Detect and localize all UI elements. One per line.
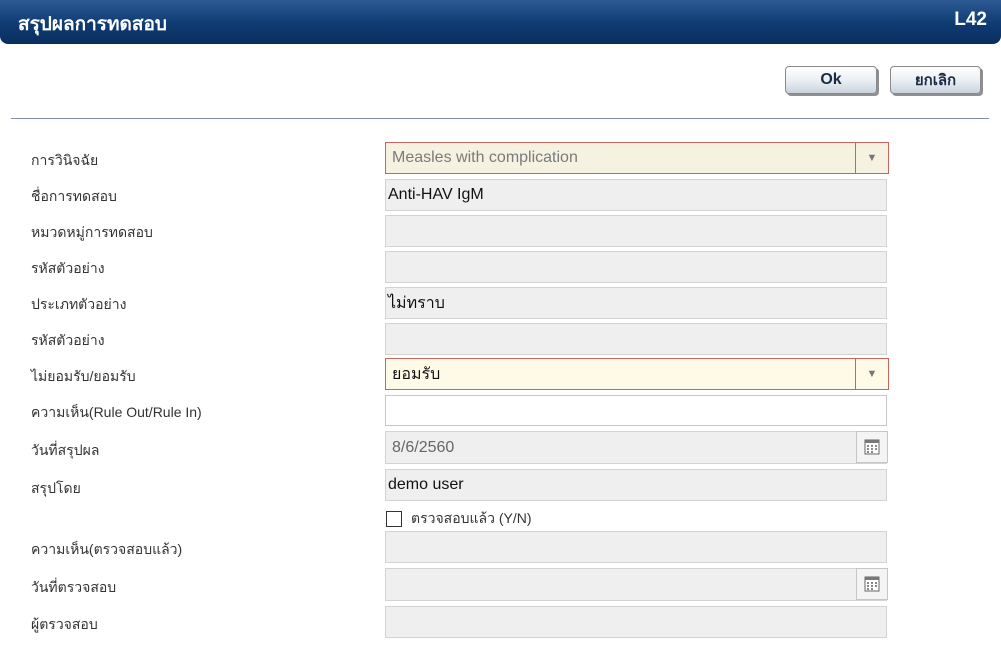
accept-reject-value: ยอมรับ (392, 365, 441, 383)
verify-date-label: วันที่ตรวจสอบ (31, 579, 117, 595)
chevron-down-icon[interactable]: ▼ (855, 143, 888, 173)
verified-row: ตรวจสอบแล้ว (Y/N) (386, 508, 532, 530)
form-code: L42 (954, 9, 987, 30)
verifier-field (385, 606, 887, 638)
sample-type-label: ประเภทตัวอย่าง (31, 296, 127, 312)
verified-checkbox[interactable] (386, 511, 402, 527)
dialog-title: สรุปผลการทดสอบ (18, 13, 167, 35)
chevron-down-icon[interactable]: ▼ (855, 359, 888, 389)
cancel-button[interactable]: ยกเลิก (890, 66, 981, 94)
summary-date-value: 8/6/2560 (392, 438, 455, 456)
test-category-label: หมวดหมู่การทดสอบ (31, 224, 153, 240)
test-name-field: Anti-HAV IgM (385, 179, 887, 211)
verify-opinion-label: ความเห็น(ตรวจสอบแล้ว) (31, 541, 183, 557)
sample-code-2-label: รหัสตัวอย่าง (31, 332, 105, 348)
header-divider (11, 118, 989, 119)
test-category-field (385, 215, 887, 247)
calendar-icon[interactable] (856, 431, 888, 463)
sample-type-field: ไม่ทราบ (385, 287, 887, 319)
accept-reject-label: ไม่ยอมรับ/ยอมรับ (31, 368, 136, 384)
diagnosis-label: การวินิจฉัย (31, 152, 99, 168)
sample-code-label: รหัสตัวอย่าง (31, 260, 105, 276)
ok-button[interactable]: Ok (785, 66, 877, 94)
verified-label: ตรวจสอบแล้ว (Y/N) (411, 510, 532, 526)
test-name-label: ชื่อการทดสอบ (31, 188, 117, 204)
verify-date-field (385, 568, 888, 601)
verify-opinion-field (385, 531, 887, 563)
opinion-rule-label: ความเห็น(Rule Out/Rule In) (31, 404, 202, 420)
summary-date-field: 8/6/2560 (385, 431, 888, 464)
diagnosis-value: Measles with complication (392, 149, 578, 166)
opinion-rule-input[interactable] (385, 395, 887, 426)
sample-code-field (385, 251, 887, 283)
accept-reject-select[interactable]: ยอมรับ ▼ (385, 358, 889, 390)
dialog-title-bar: สรุปผลการทดสอบ L42 (0, 0, 1001, 44)
summary-by-field: demo user (385, 469, 887, 501)
sample-code-2-field (385, 323, 887, 355)
diagnosis-select[interactable]: Measles with complication ▼ (385, 142, 889, 174)
calendar-icon[interactable] (856, 568, 888, 600)
verifier-label: ผู้ตรวจสอบ (31, 616, 98, 632)
summary-date-label: วันที่สรุปผล (31, 442, 100, 458)
summary-by-label: สรุปโดย (31, 480, 81, 496)
